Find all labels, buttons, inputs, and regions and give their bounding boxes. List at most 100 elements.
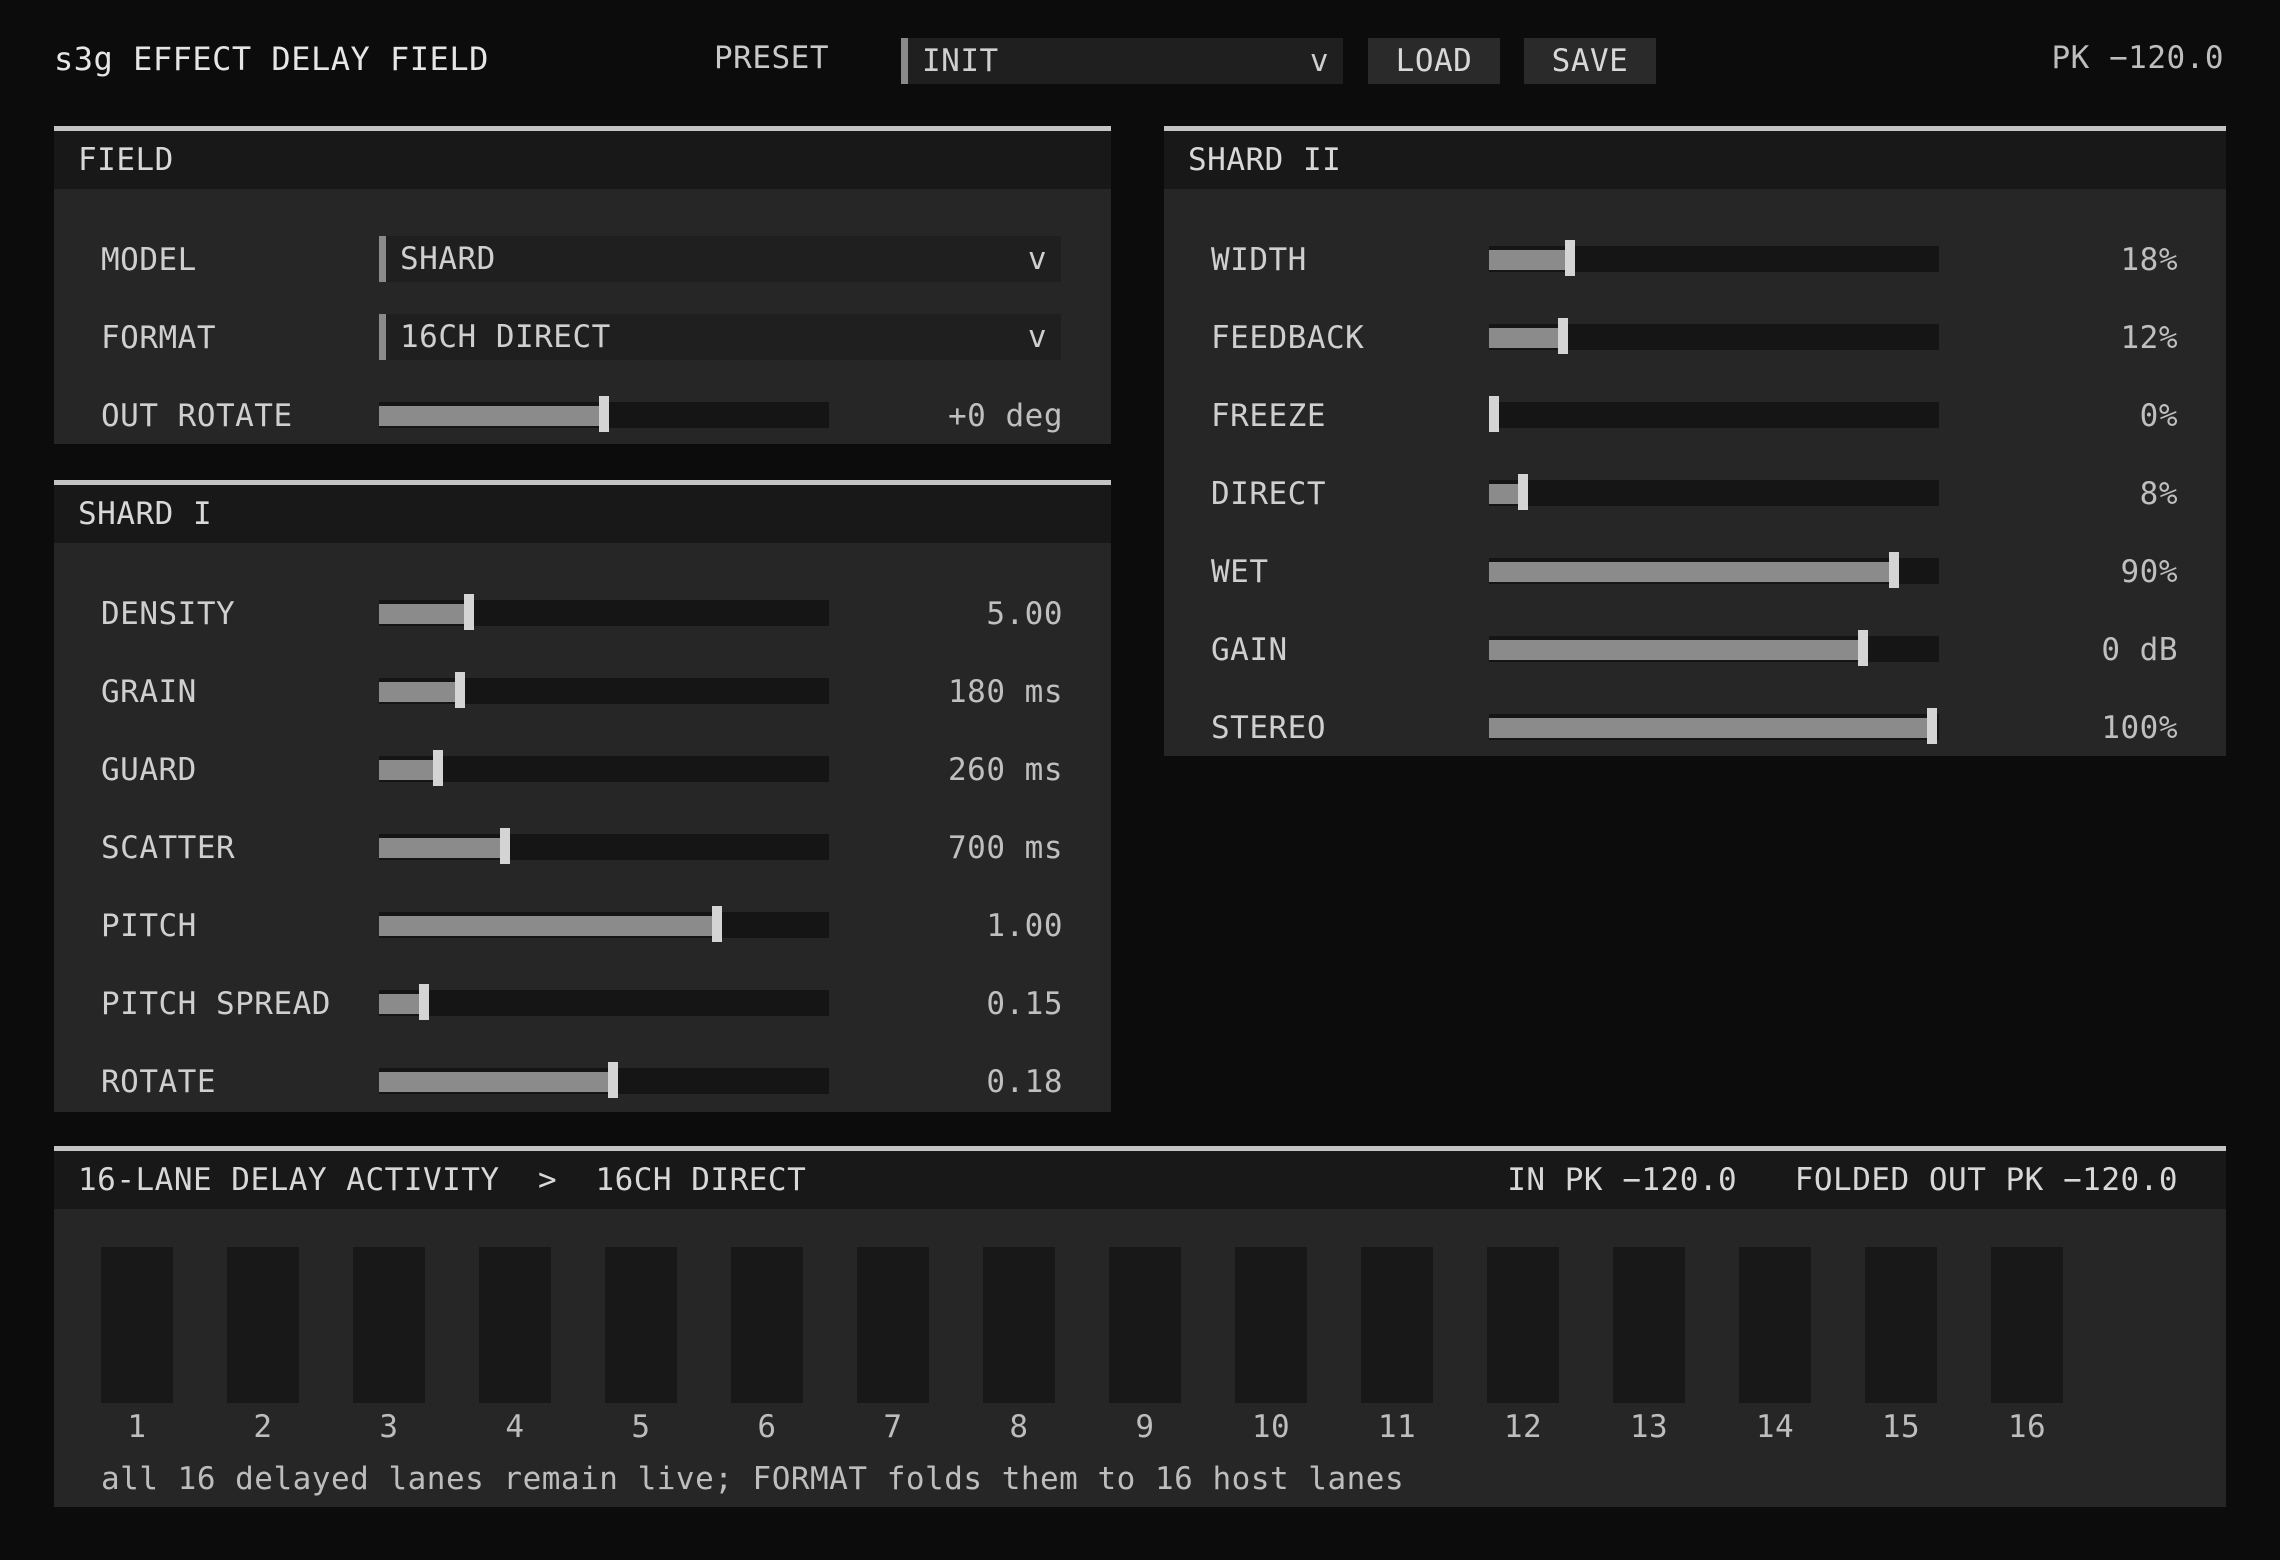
model-dropdown[interactable]: SHARD v — [379, 236, 1061, 282]
grain-slider[interactable] — [379, 672, 829, 708]
slider-thumb[interactable] — [1927, 708, 1937, 744]
density-slider[interactable] — [379, 594, 829, 630]
out-rotate-value: +0 deg — [948, 398, 1063, 434]
chevron-down-icon: v — [1309, 43, 1329, 79]
out-peak-readout: FOLDED OUT PK −120.0 — [1794, 1162, 2178, 1198]
scatter-value: 700 ms — [948, 830, 1063, 866]
lane-number: 12 — [1503, 1409, 1543, 1445]
pitch-value: 1.00 — [986, 908, 1063, 944]
feedback-slider[interactable] — [1489, 318, 1939, 354]
density-value: 5.00 — [986, 596, 1063, 632]
wet-slider[interactable] — [1489, 552, 1939, 588]
lane-meter-12 — [1487, 1247, 1559, 1403]
lane-meter-8 — [983, 1247, 1055, 1403]
stereo-slider[interactable] — [1489, 708, 1939, 744]
feedback-row: FEEDBACK 12% — [1164, 314, 2226, 362]
scatter-slider[interactable] — [379, 828, 829, 864]
lane-activity-note: all 16 delayed lanes remain live; FORMAT… — [101, 1461, 1405, 1497]
format-label: FORMAT — [101, 320, 216, 356]
slider-fill — [379, 994, 424, 1014]
slider-fill — [1489, 718, 1932, 738]
pitch-spread-value: 0.15 — [986, 986, 1063, 1022]
slider-thumb[interactable] — [599, 396, 609, 432]
lane-activity-header: 16-LANE DELAY ACTIVITY > 16CH DIRECT IN … — [54, 1151, 2226, 1209]
slider-thumb[interactable] — [1889, 552, 1899, 588]
lane-number: 8 — [1009, 1409, 1029, 1445]
width-row: WIDTH 18% — [1164, 236, 2226, 284]
freeze-slider[interactable] — [1489, 396, 1939, 432]
guard-value: 260 ms — [948, 752, 1063, 788]
shard-ii-panel-title: SHARD II — [1164, 131, 2226, 189]
slider-fill — [379, 604, 469, 624]
guard-slider[interactable] — [379, 750, 829, 786]
direct-label: DIRECT — [1211, 476, 1326, 512]
gain-row: GAIN 0 dB — [1164, 626, 2226, 674]
wet-value: 90% — [2120, 554, 2178, 590]
slider-thumb[interactable] — [433, 750, 443, 786]
lane-meter-9 — [1109, 1247, 1181, 1403]
pitch-slider[interactable] — [379, 906, 829, 942]
rotate-slider[interactable] — [379, 1062, 829, 1098]
slider-thumb[interactable] — [712, 906, 722, 942]
lane-activity-peaks: IN PK −120.0 FOLDED OUT PK −120.0 — [1507, 1162, 2178, 1198]
lane-number: 5 — [631, 1409, 651, 1445]
model-value: SHARD — [400, 241, 496, 277]
slider-fill — [379, 682, 460, 702]
slider-fill — [1489, 328, 1563, 348]
slider-thumb[interactable] — [1558, 318, 1568, 354]
gain-slider[interactable] — [1489, 630, 1939, 666]
rotate-label: ROTATE — [101, 1064, 216, 1100]
lane-meter-2 — [227, 1247, 299, 1403]
shard-ii-panel: SHARD II WIDTH 18% FEEDBACK 12% FREEZE 0% DIRE… — [1164, 126, 2226, 756]
slider-thumb[interactable] — [608, 1062, 618, 1098]
stereo-value: 100% — [2101, 710, 2178, 746]
direct-slider[interactable] — [1489, 474, 1939, 510]
shard-i-panel-title: SHARD I — [54, 485, 1111, 543]
app-title: s3g EFFECT DELAY FIELD — [54, 40, 489, 78]
feedback-value: 12% — [2120, 320, 2178, 356]
model-row: MODEL SHARD v — [54, 236, 1111, 284]
scatter-row: SCATTER 700 ms — [54, 824, 1111, 872]
preset-dropdown[interactable]: INIT v — [901, 38, 1343, 84]
load-button[interactable]: LOAD — [1368, 38, 1500, 84]
stereo-row: STEREO 100% — [1164, 704, 2226, 752]
chevron-down-icon: v — [1027, 241, 1047, 277]
out-rotate-row: OUT ROTATE +0 deg — [54, 392, 1111, 440]
slider-fill — [379, 406, 604, 426]
lane-meter-6 — [731, 1247, 803, 1403]
pitch-spread-row: PITCH SPREAD 0.15 — [54, 980, 1111, 1028]
slider-thumb[interactable] — [1565, 240, 1575, 276]
lane-number: 9 — [1135, 1409, 1155, 1445]
slider-thumb[interactable] — [1489, 396, 1499, 432]
save-button[interactable]: SAVE — [1524, 38, 1656, 84]
slider-thumb[interactable] — [1518, 474, 1528, 510]
out-rotate-slider[interactable] — [379, 396, 829, 432]
guard-row: GUARD 260 ms — [54, 746, 1111, 794]
slider-thumb[interactable] — [419, 984, 429, 1020]
lane-activity-format: 16CH DIRECT — [595, 1162, 807, 1198]
lane-activity-title: 16-LANE DELAY ACTIVITY > 16CH DIRECT — [78, 1162, 806, 1198]
pitch-spread-slider[interactable] — [379, 984, 829, 1020]
slider-thumb[interactable] — [464, 594, 474, 630]
lane-number: 13 — [1629, 1409, 1669, 1445]
direct-value: 8% — [2139, 476, 2178, 512]
lane-number: 10 — [1251, 1409, 1291, 1445]
format-dropdown[interactable]: 16CH DIRECT v — [379, 314, 1061, 360]
guard-label: GUARD — [101, 752, 197, 788]
slider-fill — [379, 838, 505, 858]
feedback-label: FEEDBACK — [1211, 320, 1365, 356]
width-slider[interactable] — [1489, 240, 1939, 276]
wet-label: WET — [1211, 554, 1269, 590]
slider-thumb[interactable] — [1858, 630, 1868, 666]
slider-fill — [1489, 640, 1863, 660]
lane-meter-14 — [1739, 1247, 1811, 1403]
preset-label: PRESET — [714, 40, 829, 76]
slider-thumb[interactable] — [500, 828, 510, 864]
slider-thumb[interactable] — [455, 672, 465, 708]
lane-meter-7 — [857, 1247, 929, 1403]
slider-fill — [1489, 250, 1570, 270]
lane-number: 15 — [1881, 1409, 1921, 1445]
lane-number: 14 — [1755, 1409, 1795, 1445]
in-peak-readout: IN PK −120.0 — [1507, 1162, 1738, 1198]
grain-label: GRAIN — [101, 674, 197, 710]
